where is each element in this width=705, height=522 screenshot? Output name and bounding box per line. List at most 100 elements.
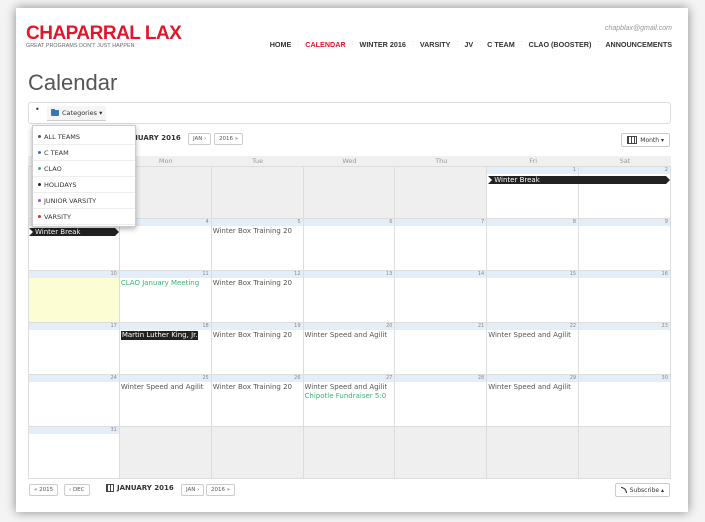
calendar-day[interactable]: 14 bbox=[395, 271, 488, 323]
calendar-day[interactable]: 10 bbox=[28, 271, 120, 323]
day-number: 22 bbox=[487, 323, 579, 330]
category-item[interactable]: JUNIOR VARSITY bbox=[33, 193, 135, 209]
subscribe-label: Subscribe ▴ bbox=[629, 486, 664, 494]
site-logo[interactable]: CHAPARRAL LAX GREAT PROGRAMS DON'T JUST … bbox=[26, 24, 182, 49]
nav-separator: : bbox=[597, 40, 600, 47]
calendar-week: 31 bbox=[28, 427, 671, 479]
calendar-day[interactable]: 31 bbox=[28, 427, 120, 479]
contact-email[interactable]: chapblax@gmail.com bbox=[605, 25, 672, 32]
calendar-day-empty bbox=[579, 427, 671, 479]
calendar-day[interactable]: 22 Winter Speed and Agilit bbox=[487, 323, 580, 375]
calendar-event[interactable]: Chipotle Fundraiser 5:0 bbox=[305, 392, 387, 401]
calendar-day[interactable]: 20 Winter Speed and Agilit bbox=[303, 323, 396, 375]
current-month: NUARY 2016 bbox=[132, 134, 181, 142]
calendar-day[interactable]: 8 bbox=[487, 219, 580, 271]
weekday-label: Wed bbox=[342, 157, 357, 165]
calendar-week: 17 18 Martin Luther King, Jr. 19 Winter Box … bbox=[28, 323, 671, 375]
calendar-day[interactable]: 5 Winter Box Training 20 bbox=[211, 219, 304, 271]
calendar-event[interactable]: CLAO January Meeting bbox=[121, 279, 199, 288]
nav-item-calendar[interactable]: CALENDAR bbox=[305, 40, 345, 49]
calendar-day[interactable]: 21 bbox=[395, 323, 488, 375]
calendar-day[interactable]: 17 bbox=[28, 323, 120, 375]
day-number bbox=[212, 427, 303, 434]
category-item[interactable]: ALL TEAMS bbox=[33, 129, 135, 145]
span-event-winter-break[interactable]: Winter Break bbox=[29, 228, 119, 236]
calendar-day[interactable]: 2 bbox=[579, 167, 671, 219]
nav-item-announcements[interactable]: ANNOUNCEMENTS bbox=[605, 40, 672, 49]
weekday-label: Thu bbox=[435, 157, 448, 165]
view-month-button[interactable]: Month ▾ bbox=[621, 133, 670, 147]
category-item[interactable]: VARSITY bbox=[33, 209, 135, 225]
day-number: 14 bbox=[395, 271, 487, 278]
calendar-day[interactable]: 11 CLAO January Meeting bbox=[119, 271, 212, 323]
calendar-day[interactable]: 13 bbox=[303, 271, 396, 323]
calendar-day-empty bbox=[119, 427, 212, 479]
day-number: 24 bbox=[29, 375, 119, 382]
calendar-day[interactable]: 28 bbox=[395, 375, 488, 427]
calendar-day[interactable]: 6 bbox=[303, 219, 396, 271]
calendar-day[interactable]: 30 bbox=[579, 375, 671, 427]
calendar-week: 24 25 Winter Speed and Agilit 26 Winter Box … bbox=[28, 375, 671, 427]
nav-item-home[interactable]: HOME bbox=[270, 40, 292, 49]
nav-item-varsity[interactable]: VARSITY bbox=[420, 40, 451, 49]
categories-button[interactable]: Categories ▾ bbox=[47, 106, 107, 121]
calendar-day[interactable]: 19 Winter Box Training 20 bbox=[211, 323, 304, 375]
span-event-winter-break[interactable]: Winter Break bbox=[488, 176, 670, 184]
nav-item-c-team[interactable]: C TEAM bbox=[487, 40, 515, 49]
next-year-button[interactable]: 2016 » bbox=[214, 133, 244, 145]
calendar-event[interactable]: Winter Speed and Agilit bbox=[488, 331, 571, 340]
calendar-event[interactable]: Winter Box Training 20 bbox=[213, 331, 292, 340]
nav-item-jv[interactable]: JV bbox=[464, 40, 473, 49]
subscribe-button[interactable]: Subscribe ▴ bbox=[614, 483, 670, 497]
calendar-day[interactable]: 29 Winter Speed and Agilit bbox=[487, 375, 580, 427]
nav-item-clao-booster[interactable]: CLAO (BOOSTER) bbox=[529, 40, 592, 49]
next-month-button[interactable]: JAN › bbox=[188, 133, 212, 145]
calendar-day[interactable]: 7 bbox=[395, 219, 488, 271]
footer-next-month-button[interactable]: JAN › bbox=[181, 484, 205, 496]
day-number: 21 bbox=[395, 323, 487, 330]
calendar-day[interactable]: 27 Winter Speed and Agilit Chipotle Fundra… bbox=[303, 375, 396, 427]
category-label: JUNIOR VARSITY bbox=[44, 196, 97, 205]
nav-separator: : bbox=[520, 40, 523, 47]
day-number: 11 bbox=[119, 271, 211, 278]
weekday-label: Tue bbox=[252, 157, 264, 165]
day-number: 26 bbox=[211, 375, 303, 382]
calendar-day[interactable]: 25 Winter Speed and Agilit bbox=[119, 375, 212, 427]
nav-item-winter-2016[interactable]: WINTER 2016 bbox=[360, 40, 406, 49]
nav-separator: : bbox=[351, 40, 354, 47]
calendar-event[interactable]: Winter Speed and Agilit bbox=[305, 383, 388, 392]
category-color-dot bbox=[38, 215, 41, 218]
category-label: ALL TEAMS bbox=[44, 132, 81, 141]
calendar-day[interactable]: 18 Martin Luther King, Jr. bbox=[119, 323, 212, 375]
calendar-day[interactable]: 15 bbox=[487, 271, 580, 323]
day-number bbox=[395, 427, 486, 434]
day-number: 7 bbox=[395, 219, 487, 226]
category-item[interactable]: CLAO bbox=[33, 161, 135, 177]
calendar-day[interactable]: 24 bbox=[28, 375, 120, 427]
calendar-event[interactable]: Winter Speed and Agilit bbox=[305, 331, 388, 340]
category-item[interactable]: HOLIDAYS bbox=[33, 177, 135, 193]
calendar-day[interactable]: 12 Winter Box Training 20 bbox=[211, 271, 304, 323]
calendar-day[interactable]: 23 bbox=[579, 323, 671, 375]
calendar-event[interactable]: Winter Box Training 20 bbox=[213, 227, 292, 236]
calendar-event[interactable]: Martin Luther King, Jr. bbox=[120, 331, 198, 340]
day-number: 25 bbox=[119, 375, 211, 382]
calendar-day[interactable]: 1 bbox=[487, 167, 580, 219]
main-nav: HOME: CALENDAR: WINTER 2016: VARSITY: JV: C T… bbox=[270, 40, 672, 49]
calendar-day[interactable]: 26 Winter Box Training 20 bbox=[211, 375, 304, 427]
calendar-event[interactable]: Winter Box Training 20 bbox=[213, 383, 292, 392]
logo-title[interactable]: CHAPARRAL LAX bbox=[26, 24, 182, 43]
calendar-event[interactable]: Winter Speed and Agilit bbox=[488, 383, 571, 392]
footer-next-year-button[interactable]: 2016 » bbox=[206, 484, 236, 496]
footer-month: JANUARY 2016 bbox=[106, 484, 174, 492]
folder-icon bbox=[51, 109, 59, 116]
prev-year-button[interactable]: « 2015 bbox=[29, 484, 59, 496]
calendar-event[interactable]: Winter Box Training 20 bbox=[213, 279, 292, 288]
calendar-day[interactable]: 9 bbox=[579, 219, 671, 271]
day-number: 10 bbox=[29, 271, 119, 278]
calendar-event[interactable]: Winter Speed and Agilit bbox=[121, 383, 204, 392]
calendar-week: 10 11 CLAO January Meeting 12 Winter Box Tra… bbox=[28, 271, 671, 323]
category-item[interactable]: C TEAM bbox=[33, 145, 135, 161]
calendar-day[interactable]: 16 bbox=[579, 271, 671, 323]
prev-month-button[interactable]: ‹ DEC bbox=[64, 484, 90, 496]
